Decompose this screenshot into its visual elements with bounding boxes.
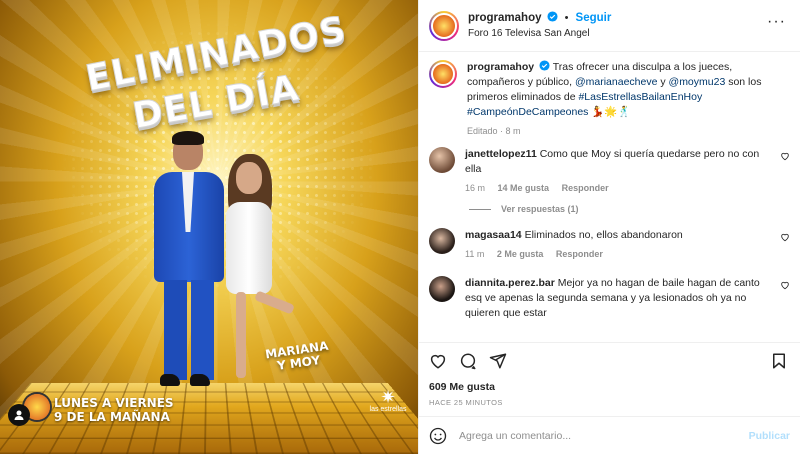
comment-username[interactable]: diannita.perez.bar (465, 277, 555, 289)
man-figure (152, 131, 226, 392)
tagged-users-button[interactable] (8, 404, 30, 426)
comment-item: diannita.perez.bar Mejor ya no hagan de … (429, 276, 790, 321)
schedule-text: LUNES A VIERNES 9 DE LA MAÑANA (54, 396, 174, 424)
replies-divider (469, 208, 491, 210)
schedule-line1: LUNES A VIERNES (54, 396, 174, 410)
caption-emojis: 💃🌟🕺 (591, 106, 631, 118)
network-logo: ✷ las estrellas (366, 388, 410, 413)
hashtag-campeon[interactable]: #CampeónDeCampeones (467, 106, 588, 118)
comment-input[interactable] (459, 429, 749, 442)
comment-username[interactable]: janettelopez11 (465, 148, 537, 160)
caption: programahoy Tras ofrecer una disculpa a … (429, 60, 790, 139)
comment-username[interactable]: magasaa14 (465, 229, 522, 241)
reply-button[interactable]: Responder (562, 183, 609, 193)
caption-avatar[interactable] (429, 60, 457, 88)
comment-icon[interactable] (459, 352, 477, 370)
mention-mariana[interactable]: @marianaecheve (575, 76, 657, 88)
location-link[interactable]: Foro 16 Televisa San Angel (468, 26, 611, 41)
comment-likes[interactable]: 2 Me gusta (497, 249, 544, 259)
schedule-line2: 9 DE LA MAÑANA (54, 410, 170, 424)
comment-avatar[interactable] (429, 276, 455, 302)
separator-dot: • (564, 11, 569, 24)
star-icon: ✷ (380, 387, 396, 407)
header-username[interactable]: programahoy (468, 12, 542, 24)
caption-username[interactable]: programahoy (467, 61, 534, 73)
post-image[interactable]: ELIMINADOS DEL DÍA MARIANA Y MOY LUNES A… (0, 0, 418, 454)
comment-composer: Publicar (419, 416, 800, 454)
like-heart-icon[interactable] (429, 352, 447, 370)
save-bookmark-icon[interactable] (770, 352, 788, 370)
more-options-icon[interactable]: ··· (767, 14, 786, 30)
comment-likes[interactable]: 14 Me gusta (498, 183, 550, 193)
like-comment-heart-icon[interactable] (780, 232, 790, 242)
instagram-post-modal: ELIMINADOS DEL DÍA MARIANA Y MOY LUNES A… (0, 0, 800, 454)
post-side-panel: programahoy • Seguir Foro 16 Televisa Sa… (418, 0, 800, 454)
like-comment-heart-icon[interactable] (780, 151, 790, 161)
emoji-icon[interactable] (429, 427, 447, 445)
action-bar (419, 342, 800, 378)
comment-time[interactable]: 16 m (465, 183, 485, 193)
network-name: las estrellas (369, 406, 407, 413)
verified-badge-icon (539, 60, 550, 71)
post-header: programahoy • Seguir Foro 16 Televisa Sa… (419, 0, 800, 52)
comment-avatar[interactable] (429, 147, 455, 173)
view-replies-button[interactable]: Ver respuestas (1) (469, 204, 790, 214)
post-timestamp[interactable]: HACE 25 MINUTOS (419, 396, 800, 416)
verified-badge-icon (547, 10, 558, 22)
comments-section[interactable]: programahoy Tras ofrecer una disculpa a … (419, 52, 800, 342)
comment-time[interactable]: 11 m (465, 249, 484, 259)
comment-item: janettelopez11 Como que Moy si quería qu… (429, 147, 790, 196)
mention-moy[interactable]: @moymu23 (669, 76, 726, 88)
caption-text-2: y (657, 76, 669, 88)
like-comment-heart-icon[interactable] (780, 280, 790, 290)
follow-button[interactable]: Seguir (576, 12, 612, 24)
avatar[interactable] (429, 10, 459, 41)
publish-button[interactable]: Publicar (749, 430, 790, 442)
person-icon (14, 410, 24, 420)
share-icon[interactable] (489, 352, 507, 370)
view-replies-label: Ver respuestas (1) (501, 204, 579, 214)
comment-avatar[interactable] (429, 228, 455, 254)
caption-meta: Editado · 8 m (467, 126, 521, 136)
reply-button[interactable]: Responder (556, 249, 603, 259)
hashtag-bailan[interactable]: #LasEstrellasBailanEnHoy (578, 91, 702, 103)
likes-count[interactable]: 609 Me gusta (419, 378, 800, 396)
comment-text: Eliminados no, ellos abandonaron (524, 229, 683, 241)
comment-item: magasaa14 Eliminados no, ellos abandonar… (429, 228, 790, 262)
